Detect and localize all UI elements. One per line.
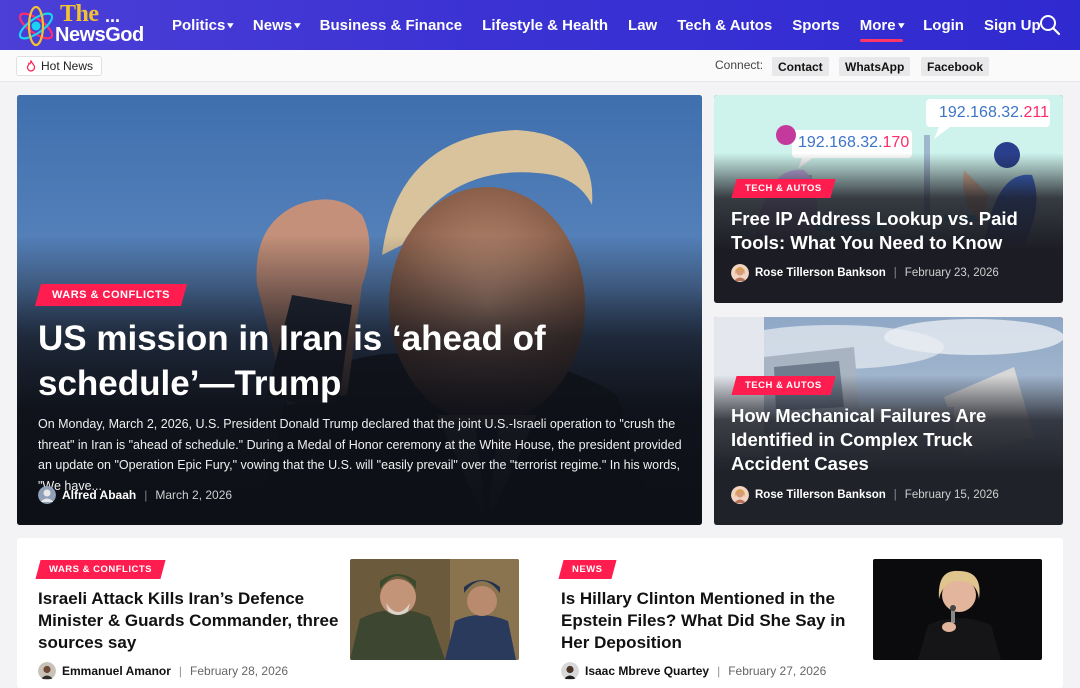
side-card-headline[interactable]: Free IP Address Lookup vs. Paid Tools: W… (731, 207, 1051, 255)
nav-item-news[interactable]: News ▾ (253, 17, 300, 34)
post-date: February 23, 2026 (904, 267, 999, 279)
nav-label: Business & Finance (319, 16, 463, 34)
site-logo[interactable]: The ... NewsGod (14, 1, 144, 48)
nav-label: Law (628, 16, 658, 34)
nav-item-business-finance[interactable]: Business & Finance (320, 17, 463, 34)
whatsapp-link[interactable]: WhatsApp (839, 57, 911, 76)
atom-logo-icon (18, 5, 54, 47)
nav-item-lifestyle-health[interactable]: Lifestyle & Health (482, 17, 608, 34)
category-badge[interactable]: NEWS (558, 560, 617, 579)
nav-label: Politics (172, 16, 226, 34)
military-officials-image (350, 559, 519, 660)
nav-label: Lifestyle & Health (482, 16, 609, 34)
main-nav: Politics ▾ News ▾ Business & Finance Lifes… (172, 0, 1061, 50)
site-header: The ... NewsGod Politics ▾ News ▾ Business… (0, 0, 1080, 50)
search-button[interactable] (1039, 14, 1061, 36)
logo-text-newsgod: NewsGod (55, 24, 144, 46)
article-list-row: WARS & CONFLICTS Israeli Attack Kills Ir… (17, 538, 1063, 688)
nav-item-law[interactable]: Law (628, 17, 657, 34)
meta-divider: | (144, 488, 148, 502)
nav-label: More (859, 16, 896, 34)
facebook-link[interactable]: Facebook (921, 57, 990, 76)
post-date: February 27, 2026 (728, 664, 827, 678)
author-avatar[interactable] (38, 486, 56, 504)
nav-label: Sports (792, 16, 840, 34)
contact-link[interactable]: Contact (772, 57, 829, 76)
chevron-down-icon: ▾ (227, 19, 234, 30)
nav-item-login[interactable]: Login (923, 17, 964, 34)
author-name[interactable]: Alfred Abaah (62, 488, 136, 502)
nav-item-politics[interactable]: Politics ▾ (172, 16, 234, 34)
author-avatar[interactable] (731, 264, 749, 282)
post-date: February 15, 2026 (904, 489, 999, 501)
meta-divider: | (178, 664, 183, 678)
author-avatar[interactable] (38, 662, 56, 680)
article-meta: Emmanuel Amanor | February 28, 2026 (38, 662, 288, 680)
nav-label: Login (923, 16, 964, 34)
author-name[interactable]: Isaac Mbreve Quartey (585, 664, 709, 678)
sub-header-bar: Hot News Connect: Contact WhatsApp Faceb… (0, 50, 1080, 82)
article-headline[interactable]: Is Hillary Clinton Mentioned in the Epst… (561, 588, 861, 654)
category-badge[interactable]: TECH & AUTOS (731, 179, 836, 198)
hot-news-button[interactable]: Hot News (16, 56, 103, 76)
ip-text-right: 192.168.32.211 (939, 104, 1050, 121)
side-card-headline[interactable]: How Mechanical Failures Are Identified i… (731, 404, 1051, 476)
hero-headline[interactable]: US mission in Iran is ‘ahead of schedule… (38, 316, 658, 406)
hero-article-card[interactable]: WARS & CONFLICTS US mission in Iran is ‘… (17, 95, 702, 525)
search-icon (1040, 15, 1061, 36)
author-name[interactable]: Emmanuel Amanor (62, 664, 171, 678)
side-card-meta: Rose Tillerson Bankson | February 15, 20… (731, 486, 999, 504)
category-badge[interactable]: WARS & CONFLICTS (35, 284, 187, 306)
hot-news-label: Hot News (41, 59, 94, 73)
author-name[interactable]: Rose Tillerson Bankson (755, 489, 886, 501)
article-thumbnail[interactable] (350, 559, 519, 660)
article-headline[interactable]: Israeli Attack Kills Iran’s Defence Mini… (38, 588, 343, 654)
chevron-down-icon: ▾ (897, 19, 904, 30)
speaker-portrait-image (873, 559, 1042, 660)
ip-text-left: 192.168.32.170 (798, 134, 910, 151)
meta-divider: | (893, 267, 897, 279)
meta-divider: | (893, 489, 897, 501)
article-thumbnail[interactable] (873, 559, 1042, 660)
category-badge[interactable]: WARS & CONFLICTS (35, 560, 166, 579)
nav-item-sign-up[interactable]: Sign Up (984, 17, 1041, 34)
hero-meta: Alfred Abaah | March 2, 2026 (38, 486, 232, 504)
side-article-card[interactable]: TECH & AUTOS How Mechanical Failures Are… (714, 317, 1063, 525)
meta-divider: | (717, 664, 721, 678)
flame-icon (26, 60, 36, 72)
author-name[interactable]: Rose Tillerson Bankson (755, 267, 886, 279)
nav-label: Sign Up (983, 16, 1041, 34)
nav-item-tech-autos[interactable]: Tech & Autos (677, 17, 772, 34)
author-avatar[interactable] (731, 486, 749, 504)
side-article-card[interactable]: 192.168.32.170 192.168.32.211 TECH & AUT… (714, 95, 1063, 303)
article-meta: Isaac Mbreve Quartey | February 27, 2026 (561, 662, 826, 680)
nav-label: Tech & Autos (677, 16, 773, 34)
author-avatar[interactable] (561, 662, 579, 680)
nav-item-more[interactable]: More ▾ (859, 16, 904, 42)
nav-label: News (252, 16, 293, 34)
nav-item-sports[interactable]: Sports (792, 17, 840, 34)
post-date: February 28, 2026 (190, 664, 289, 678)
connect-label: Connect: (715, 58, 764, 72)
chevron-down-icon: ▾ (294, 19, 301, 30)
hero-excerpt: On Monday, March 2, 2026, U.S. President… (38, 417, 682, 493)
post-date: March 2, 2026 (155, 488, 233, 502)
category-badge[interactable]: TECH & AUTOS (731, 376, 836, 395)
side-card-meta: Rose Tillerson Bankson | February 23, 20… (731, 264, 999, 282)
